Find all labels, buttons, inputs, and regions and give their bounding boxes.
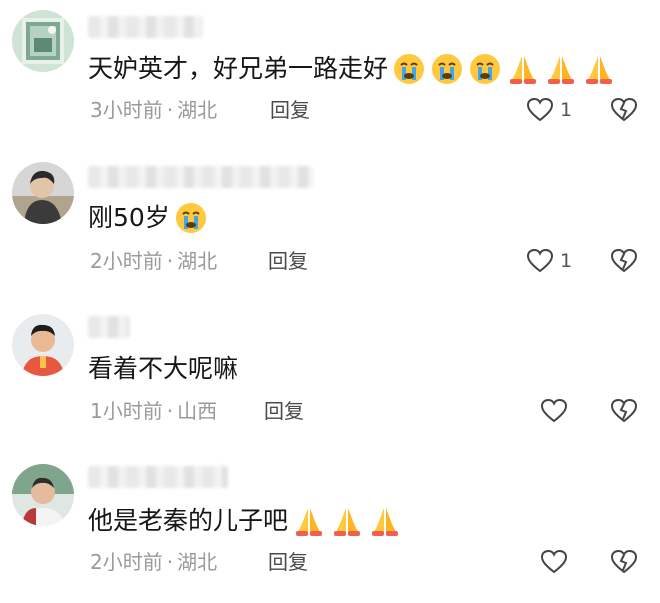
crying-face-emoji-icon (392, 52, 426, 86)
meta-separator: · (166, 98, 174, 122)
like-button[interactable]: 1 (526, 247, 572, 275)
comment-meta: 2小时前 · 湖北 (90, 248, 217, 274)
avatar[interactable] (12, 464, 74, 526)
broken-heart-icon (610, 97, 638, 122)
reply-button[interactable]: 回复 (264, 398, 304, 424)
comment-location: 湖北 (177, 249, 218, 273)
comment-meta: 2小时前 · 湖北 (90, 549, 217, 575)
meta-separator: · (166, 550, 174, 574)
username-blurred[interactable] (88, 16, 203, 38)
meta-separator: · (166, 399, 174, 423)
comment-body: 刚50岁 (88, 203, 170, 232)
comment-item: 刚50岁 2小时前 · 湖北 回复 1 (0, 150, 660, 300)
heart-outline-icon (526, 248, 554, 273)
comment-location: 湖北 (177, 550, 218, 574)
dislike-button[interactable] (610, 397, 638, 429)
like-button[interactable] (540, 397, 574, 425)
heart-outline-icon (540, 549, 568, 574)
dislike-button[interactable] (610, 96, 638, 128)
broken-heart-icon (610, 549, 638, 574)
comment-meta: 3小时前 · 湖北 (90, 97, 217, 123)
username-blurred[interactable] (88, 466, 228, 488)
broken-heart-icon (610, 248, 638, 273)
comment-item: 天妒英才，好兄弟一路走好 3小时前 · 湖北 回复 1 (0, 0, 660, 150)
comment-text: 天妒英才，好兄弟一路走好 (88, 52, 616, 86)
comment-body: 看着不大呢嘛 (88, 354, 239, 383)
comment-text: 他是老秦的儿子吧 (88, 504, 402, 538)
reply-button[interactable]: 回复 (268, 248, 308, 274)
crying-face-emoji-icon (174, 201, 208, 235)
comment-time: 3小时前 (90, 98, 163, 122)
emoji-row (392, 52, 616, 86)
folded-hands-emoji-icon (506, 52, 540, 86)
comment-location: 湖北 (177, 98, 218, 122)
avatar[interactable] (12, 162, 74, 224)
like-button[interactable]: 1 (526, 96, 572, 124)
comment-body: 天妒英才，好兄弟一路走好 (88, 54, 389, 83)
comment-body: 他是老秦的儿子吧 (88, 506, 289, 535)
folded-hands-emoji-icon (368, 504, 402, 538)
avatar[interactable] (12, 314, 74, 376)
comment-time: 2小时前 (90, 550, 163, 574)
emoji-row (292, 504, 402, 538)
folded-hands-emoji-icon (292, 504, 326, 538)
reply-button[interactable]: 回复 (268, 549, 308, 575)
dislike-button[interactable] (610, 548, 638, 580)
reply-button[interactable]: 回复 (270, 97, 310, 123)
heart-outline-icon (540, 398, 568, 423)
username-blurred[interactable] (88, 166, 313, 188)
comment-time: 1小时前 (90, 399, 163, 423)
comment-item: 他是老秦的儿子吧 2小时前 · 湖北 回复 (0, 450, 660, 600)
comment-item: 看着不大呢嘛 1小时前 · 山西 回复 (0, 300, 660, 450)
folded-hands-emoji-icon (330, 504, 364, 538)
comment-time: 2小时前 (90, 249, 163, 273)
broken-heart-icon (610, 398, 638, 423)
emoji-row (174, 201, 208, 235)
like-count: 1 (560, 99, 573, 121)
username-blurred[interactable] (88, 316, 130, 338)
avatar[interactable] (12, 10, 74, 72)
comment-text: 刚50岁 (88, 201, 208, 235)
heart-outline-icon (526, 97, 554, 122)
like-button[interactable] (540, 548, 574, 576)
comment-meta: 1小时前 · 山西 (90, 398, 217, 424)
crying-face-emoji-icon (468, 52, 502, 86)
folded-hands-emoji-icon (582, 52, 616, 86)
meta-separator: · (166, 249, 174, 273)
crying-face-emoji-icon (430, 52, 464, 86)
like-count: 1 (560, 250, 573, 272)
dislike-button[interactable] (610, 247, 638, 279)
folded-hands-emoji-icon (544, 52, 578, 86)
comment-text: 看着不大呢嘛 (88, 352, 238, 386)
comment-location: 山西 (177, 399, 218, 423)
